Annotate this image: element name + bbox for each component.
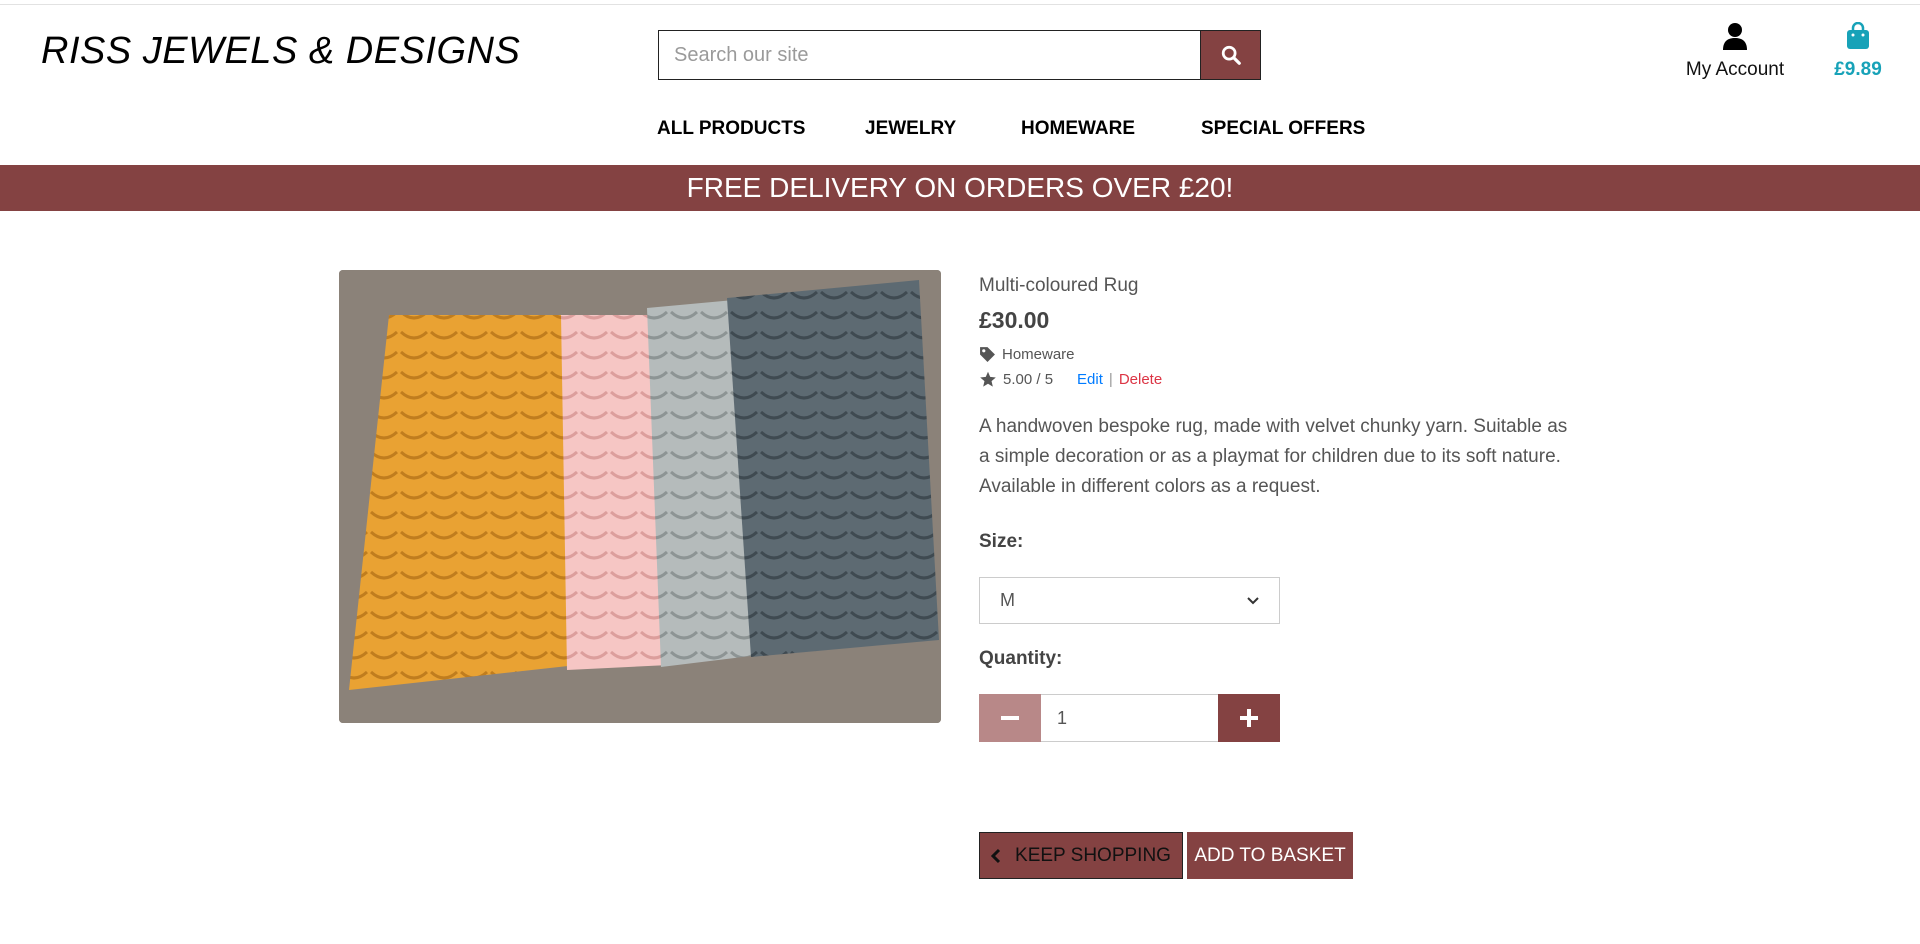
- main-nav: ALL PRODUCTS JEWELRY HOMEWARE SPECIAL OF…: [0, 118, 1920, 146]
- minus-icon: [1001, 716, 1019, 720]
- product-category-label: Homeware: [1002, 346, 1075, 363]
- delivery-banner: FREE DELIVERY ON ORDERS OVER £20!: [0, 165, 1920, 211]
- product-description: A handwoven bespoke rug, made with velve…: [979, 416, 1568, 497]
- keep-shopping-label: KEEP SHOPPING: [1015, 844, 1171, 866]
- product-category[interactable]: Homeware: [979, 346, 1599, 363]
- link-separator: |: [1108, 371, 1113, 388]
- basket-link[interactable]: £9.89: [1825, 21, 1891, 81]
- quantity-label: Quantity:: [979, 648, 1063, 669]
- delete-link[interactable]: Delete: [1119, 371, 1162, 388]
- site-logo[interactable]: RISS JEWELS & DESIGNS: [41, 30, 520, 73]
- rating-value: 5.00 / 5: [1003, 371, 1054, 388]
- search-input[interactable]: [658, 30, 1200, 80]
- search-icon: [1221, 45, 1241, 65]
- add-to-basket-button[interactable]: ADD TO BASKET: [1187, 832, 1353, 879]
- basket-total: £9.89: [1834, 59, 1882, 80]
- quantity-input[interactable]: 1: [1041, 694, 1218, 742]
- product-info: Multi-coloured Rug £30.00 Homeware 5.00 …: [979, 275, 1599, 502]
- decrement-button[interactable]: [979, 694, 1041, 742]
- nav-homeware[interactable]: HOMEWARE: [1021, 118, 1135, 140]
- chevron-down-icon: [1247, 596, 1259, 604]
- increment-button[interactable]: [1218, 694, 1280, 742]
- nav-special-offers[interactable]: SPECIAL OFFERS: [1201, 118, 1365, 140]
- top-border: [0, 0, 1920, 5]
- size-label: Size:: [979, 531, 1024, 552]
- edit-link[interactable]: Edit: [1077, 371, 1103, 388]
- star-icon: [980, 371, 996, 387]
- quantity-stepper: 1: [979, 694, 1280, 742]
- nav-jewelry[interactable]: JEWELRY: [865, 118, 956, 140]
- product-image: [339, 270, 941, 723]
- search-button[interactable]: [1200, 30, 1261, 80]
- nav-all-products[interactable]: ALL PRODUCTS: [657, 118, 805, 140]
- my-account-link[interactable]: My Account: [1680, 22, 1790, 81]
- search-bar: [658, 30, 1261, 80]
- chevron-left-icon: [991, 848, 1001, 863]
- product-rating: 5.00 / 5 Edit | Delete: [979, 371, 1599, 388]
- size-selected-value: M: [1000, 590, 1015, 610]
- plus-icon: [1240, 709, 1258, 727]
- product-name: Multi-coloured Rug: [979, 275, 1139, 296]
- tag-icon: [980, 347, 995, 362]
- user-icon: [1723, 23, 1747, 50]
- keep-shopping-button[interactable]: KEEP SHOPPING: [979, 832, 1183, 879]
- shopping-bag-icon: [1847, 21, 1869, 49]
- my-account-label: My Account: [1685, 59, 1785, 80]
- product-price: £30.00: [979, 307, 1050, 333]
- size-select[interactable]: M: [979, 577, 1280, 624]
